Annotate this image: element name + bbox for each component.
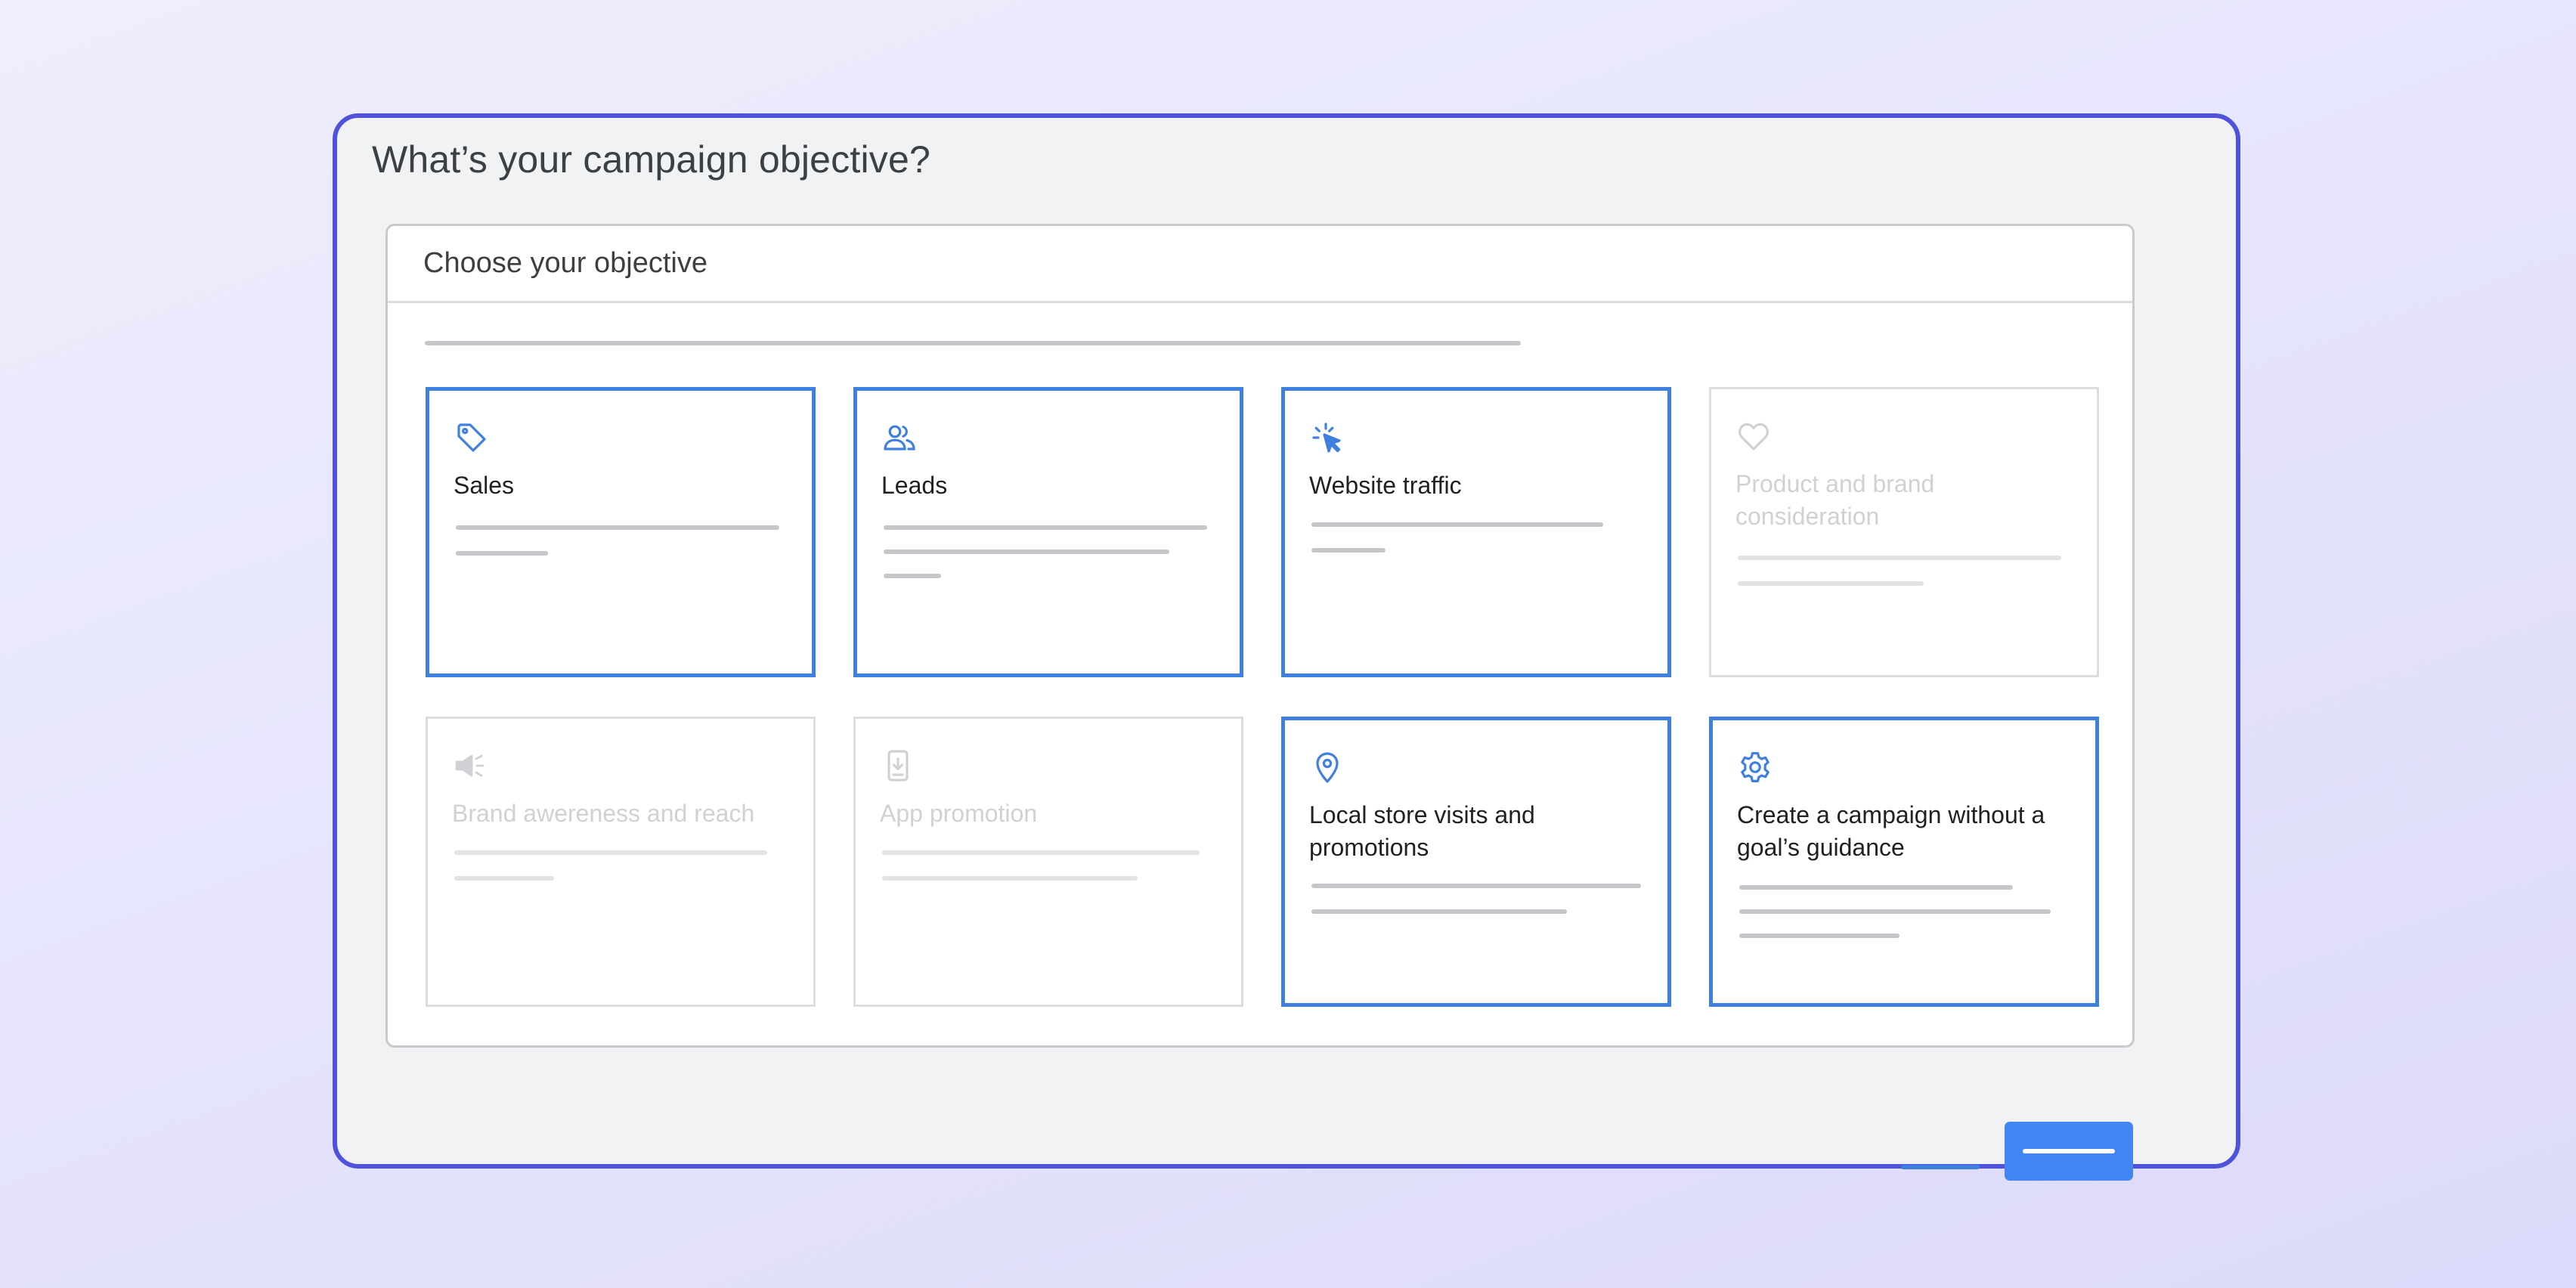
cursor-click-icon xyxy=(1309,420,1345,456)
description-placeholder-line xyxy=(425,341,1521,345)
objective-card-title: Local store visits and promotions xyxy=(1309,801,1535,861)
objective-card-app-promotion: App promotion xyxy=(853,717,1243,1007)
location-pin-icon xyxy=(1309,749,1345,785)
panel-header: Choose your objective xyxy=(388,226,2132,303)
objective-card-title: Product and brand consideration xyxy=(1735,470,1935,530)
megaphone-icon xyxy=(452,748,488,784)
card-description-line xyxy=(1311,548,1386,553)
page-title: What’s your campaign objective? xyxy=(372,138,930,181)
card-description-line xyxy=(1739,909,2051,914)
objective-card-sales[interactable]: Sales xyxy=(426,387,816,677)
objective-card-leads[interactable]: Leads xyxy=(853,387,1243,677)
panel-title: Choose your objective xyxy=(423,247,707,279)
card-description-line xyxy=(1738,556,2061,560)
card-description-line xyxy=(882,850,1200,855)
objective-card-product-brand-consideration: Product and brand consideration xyxy=(1709,387,2099,677)
card-description-line xyxy=(1738,581,1924,586)
continue-button[interactable] xyxy=(2005,1122,2133,1181)
dialog-frame: What’s your campaign objective? Choose y… xyxy=(333,113,2240,1181)
card-description-line xyxy=(456,551,548,556)
objective-card-title: Website traffic xyxy=(1309,472,1462,499)
card-description-line xyxy=(1311,522,1603,527)
heart-icon xyxy=(1735,418,1772,454)
objective-card-website-traffic[interactable]: Website traffic xyxy=(1281,387,1671,677)
gear-icon xyxy=(1737,749,1773,785)
card-description-line xyxy=(454,850,767,855)
card-description-line xyxy=(884,574,941,578)
tag-icon xyxy=(454,420,490,456)
people-icon xyxy=(881,420,918,456)
card-description-line xyxy=(1311,884,1641,888)
card-description-line xyxy=(456,525,779,530)
card-description-line xyxy=(884,550,1169,554)
objective-card-title: Sales xyxy=(454,472,515,499)
objective-card-brand-awareness-reach: Brand awereness and reach xyxy=(426,717,816,1007)
objective-card-title: Leads xyxy=(881,472,948,499)
card-description-line xyxy=(1739,933,1899,938)
card-description-line xyxy=(882,876,1138,881)
card-description-line xyxy=(1311,909,1567,914)
objective-card-title: Brand awereness and reach xyxy=(452,800,755,827)
objective-card-title: App promotion xyxy=(880,800,1038,827)
objective-card-local-store-visits[interactable]: Local store visits and promotions xyxy=(1281,717,1671,1007)
back-button[interactable] xyxy=(1901,1146,1980,1188)
phone-download-icon xyxy=(880,748,916,784)
card-description-line xyxy=(454,876,554,881)
card-description-line xyxy=(884,525,1207,530)
objective-card-title: Create a campaign without a goal’s guida… xyxy=(1737,801,2045,861)
card-description-line xyxy=(1739,885,2013,890)
objective-card-no-goal-guidance[interactable]: Create a campaign without a goal’s guida… xyxy=(1709,717,2099,1007)
objective-panel: Choose your objective Sales Leads Websit… xyxy=(385,224,2135,1048)
